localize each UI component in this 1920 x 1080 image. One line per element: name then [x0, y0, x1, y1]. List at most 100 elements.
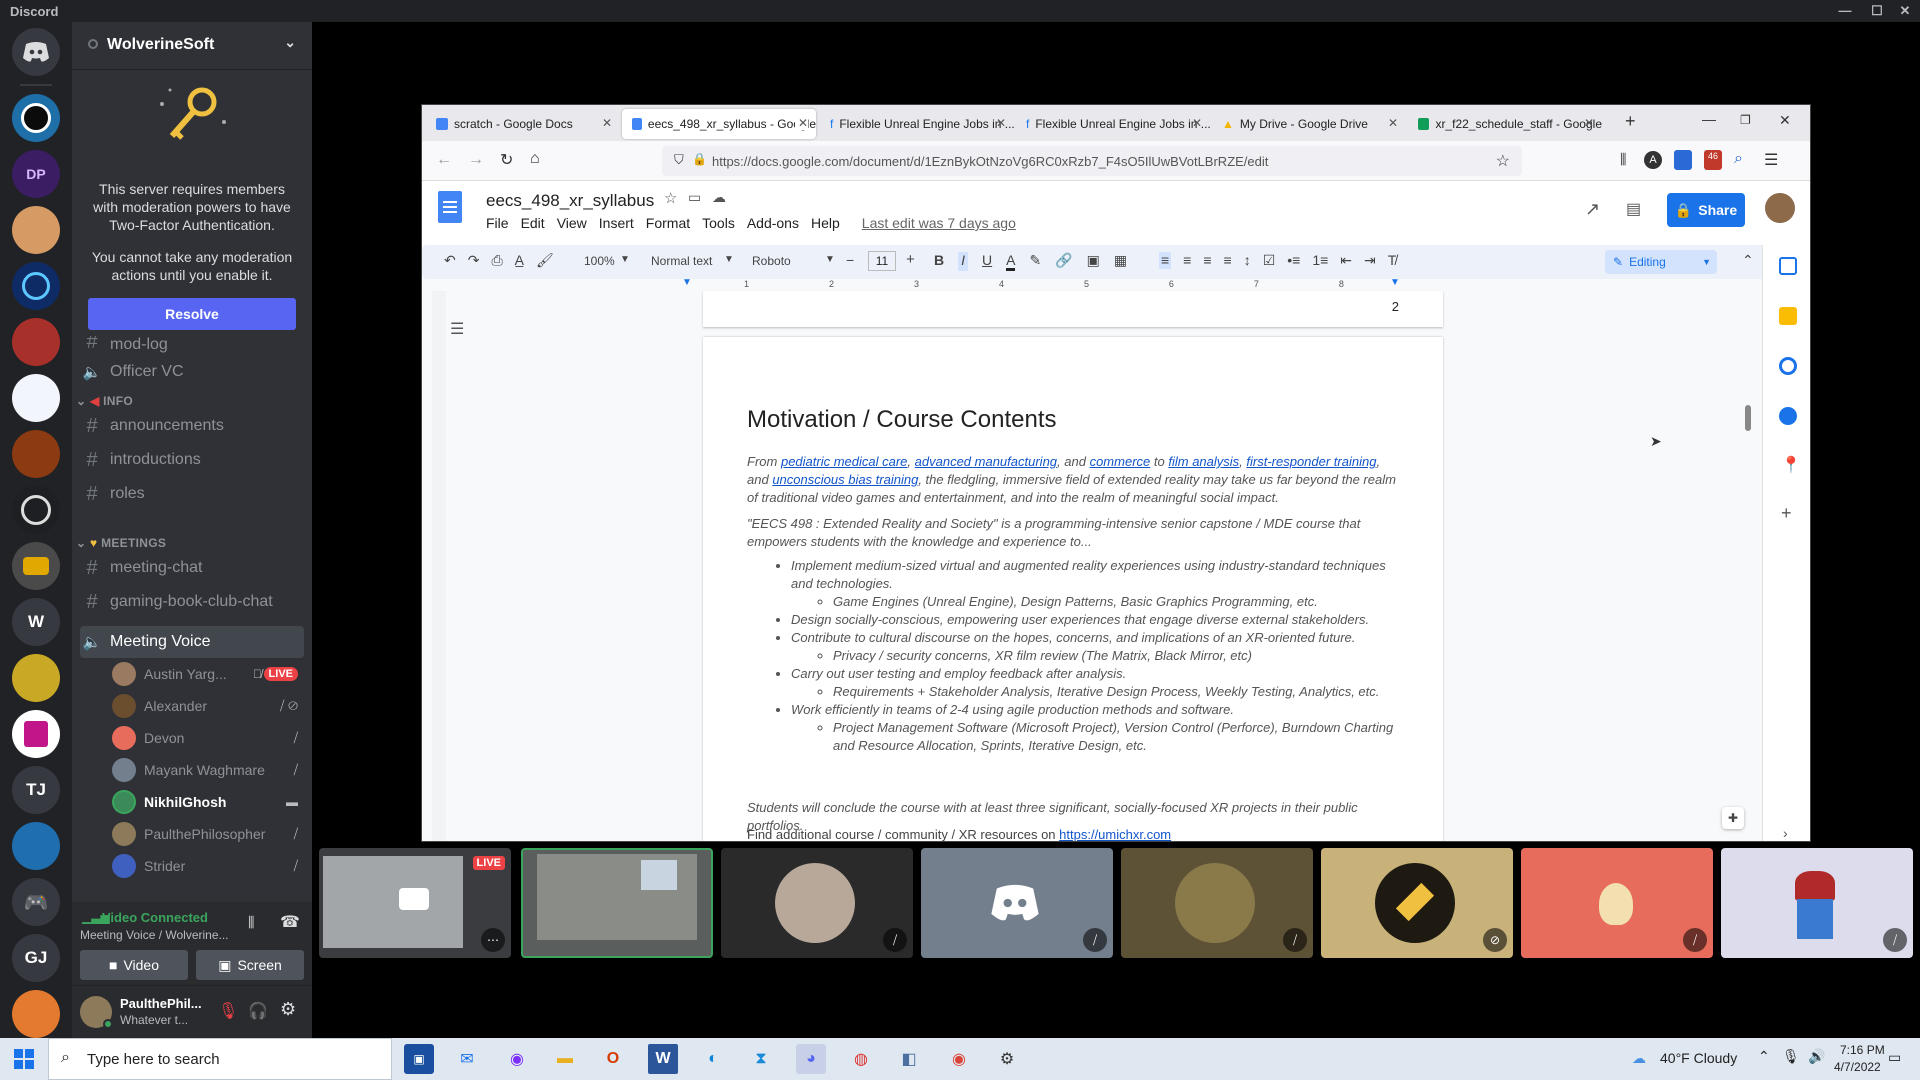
volume-icon[interactable]: 🔊: [1808, 1048, 1825, 1065]
menu-file[interactable]: File: [486, 215, 509, 231]
voice-user[interactable]: Austin Yarg... 🎙̸ LIVE: [112, 659, 304, 689]
channel-item[interactable]: # mod-log: [80, 336, 304, 354]
dropdown-icon[interactable]: ▼: [620, 254, 630, 265]
spellcheck-icon[interactable]: A̲: [515, 252, 524, 269]
mail-icon[interactable]: ✉: [452, 1044, 482, 1074]
more-options-icon[interactable]: ⋯: [481, 928, 505, 952]
maps-icon[interactable]: 📍: [1781, 455, 1801, 475]
voice-user[interactable]: NikhilGhosh ▬: [112, 787, 304, 817]
link[interactable]: advanced manufacturing: [915, 454, 1057, 469]
participant-tile[interactable]: ⧸: [1721, 848, 1913, 958]
comment-icon[interactable]: ▣: [1087, 252, 1100, 271]
print-icon[interactable]: ⎙: [491, 252, 502, 269]
menu-help[interactable]: Help: [811, 215, 840, 231]
bookmark-star-icon[interactable]: ☆: [1496, 151, 1510, 171]
document-title[interactable]: eecs_498_xr_syllabus: [486, 191, 654, 211]
google-docs-logo-icon[interactable]: [438, 191, 462, 223]
channel-item[interactable]: # meeting-chat: [80, 552, 304, 584]
channel-item[interactable]: # gaming-book-club-chat: [80, 586, 304, 618]
server-icon[interactable]: [12, 654, 60, 702]
tray-chevron-icon[interactable]: ⌃: [1758, 1048, 1770, 1065]
browser-tab[interactable]: ▲ My Drive - Google Drive ✕: [1212, 109, 1406, 139]
server-icon[interactable]: [12, 262, 60, 310]
star-icon[interactable]: ☆: [664, 189, 677, 207]
undo-icon[interactable]: ↶: [444, 252, 456, 269]
menu-format[interactable]: Format: [646, 215, 690, 231]
app-icon[interactable]: ◉: [502, 1044, 532, 1074]
participant-tile-stream[interactable]: LIVE ⋯: [319, 848, 511, 958]
app-icon[interactable]: ◧: [894, 1044, 924, 1074]
search-icon[interactable]: ⌕: [1734, 150, 1743, 168]
server-icon[interactable]: [12, 990, 60, 1038]
discord-home-icon[interactable]: [12, 28, 60, 76]
maximize-icon[interactable]: ☐: [1864, 2, 1890, 20]
screen-share-button[interactable]: ▣ Screen: [196, 950, 304, 980]
voice-user[interactable]: Strider ⧸: [112, 851, 304, 881]
settings-gear-icon[interactable]: ⚙: [280, 999, 296, 1020]
server-icon[interactable]: [12, 206, 60, 254]
channel-item[interactable]: # introductions: [80, 444, 304, 476]
file-explorer-icon[interactable]: ▬: [550, 1044, 580, 1074]
checklist-icon[interactable]: ☑: [1263, 252, 1276, 269]
close-icon[interactable]: ✕: [1779, 112, 1791, 129]
link-icon[interactable]: 🔗: [1055, 252, 1072, 271]
voice-channel-officer[interactable]: 🔈 Officer VC: [80, 356, 304, 388]
editing-mode-select[interactable]: ✎ Editing ▼: [1605, 250, 1717, 274]
style-select[interactable]: Normal text: [651, 254, 712, 268]
dropdown-icon[interactable]: ▼: [724, 254, 734, 265]
server-icon[interactable]: [12, 94, 60, 142]
minimize-icon[interactable]: —: [1832, 2, 1858, 20]
comments-icon[interactable]: ▤: [1626, 199, 1641, 219]
participant-tile[interactable]: ⧸: [721, 848, 913, 958]
align-left-icon[interactable]: ≡: [1159, 252, 1172, 269]
menu-addons[interactable]: Add-ons: [747, 215, 799, 231]
close-tab-icon[interactable]: ✕: [794, 116, 808, 130]
taskbar-search-input[interactable]: ⌕ Type here to search: [48, 1038, 392, 1080]
collapse-toolbar-icon[interactable]: ⌃: [1742, 252, 1754, 269]
decrease-indent-icon[interactable]: ⇤: [1340, 252, 1352, 269]
numbered-list-icon[interactable]: 1≡: [1312, 252, 1328, 269]
channel-item[interactable]: # roles: [80, 478, 304, 510]
close-tab-icon[interactable]: ✕: [996, 116, 1006, 130]
forward-icon[interactable]: →: [468, 151, 484, 169]
server-icon[interactable]: DP: [12, 150, 60, 198]
move-folder-icon[interactable]: ▭: [688, 189, 701, 206]
microphone-icon[interactable]: 🎙: [1782, 1048, 1800, 1065]
font-size-input[interactable]: 11: [868, 251, 896, 271]
participant-tile[interactable]: ⧸: [1521, 848, 1713, 958]
browser-tab[interactable]: scratch - Google Docs ✕: [426, 109, 620, 139]
server-icon[interactable]: [12, 822, 60, 870]
edge-icon[interactable]: ◐: [698, 1044, 728, 1074]
mute-mic-icon[interactable]: 🎙: [218, 1001, 238, 1021]
menu-icon[interactable]: ☰: [1764, 150, 1778, 170]
server-icon[interactable]: W: [12, 598, 60, 646]
voice-user[interactable]: Devon ⧸: [112, 723, 304, 753]
category-info[interactable]: ⌄ ◀ INFO: [76, 394, 133, 408]
menu-insert[interactable]: Insert: [599, 215, 634, 231]
outline-icon[interactable]: ☰: [450, 319, 464, 339]
link[interactable]: film analysis: [1168, 454, 1239, 469]
increase-font-icon[interactable]: +: [906, 251, 915, 268]
close-tab-icon[interactable]: ✕: [1388, 116, 1398, 130]
server-icon[interactable]: [12, 710, 60, 758]
font-select[interactable]: Roboto: [752, 254, 791, 268]
server-icon[interactable]: GJ: [12, 934, 60, 982]
office-icon[interactable]: O: [598, 1044, 628, 1074]
library-icon[interactable]: ⫼: [1620, 151, 1626, 168]
channel-item[interactable]: # announcements: [80, 410, 304, 442]
clear-format-icon[interactable]: T̸: [1388, 252, 1397, 269]
address-bar[interactable]: ⛉ 🔒 https://docs.google.com/document/d/1…: [662, 146, 1522, 176]
highlight-icon[interactable]: ✎: [1029, 252, 1041, 271]
minimize-icon[interactable]: —: [1702, 111, 1716, 127]
server-icon[interactable]: TJ: [12, 766, 60, 814]
voice-channel-path[interactable]: Meeting Voice / Wolverine...: [80, 928, 229, 942]
browser-tab-active[interactable]: eecs_498_xr_syllabus - Google ✕: [622, 109, 816, 139]
link[interactable]: first-responder training: [1246, 454, 1376, 469]
extension-badge-icon[interactable]: 46: [1704, 150, 1722, 170]
server-icon[interactable]: [12, 318, 60, 366]
disconnect-icon[interactable]: ☎: [280, 912, 300, 932]
menu-edit[interactable]: Edit: [521, 215, 545, 231]
browser-tab[interactable]: xr_f22_schedule_staff - Google ✕: [1408, 109, 1602, 139]
category-meetings[interactable]: ⌄ ♥ MEETINGS: [76, 536, 166, 550]
contacts-icon[interactable]: [1779, 407, 1797, 425]
